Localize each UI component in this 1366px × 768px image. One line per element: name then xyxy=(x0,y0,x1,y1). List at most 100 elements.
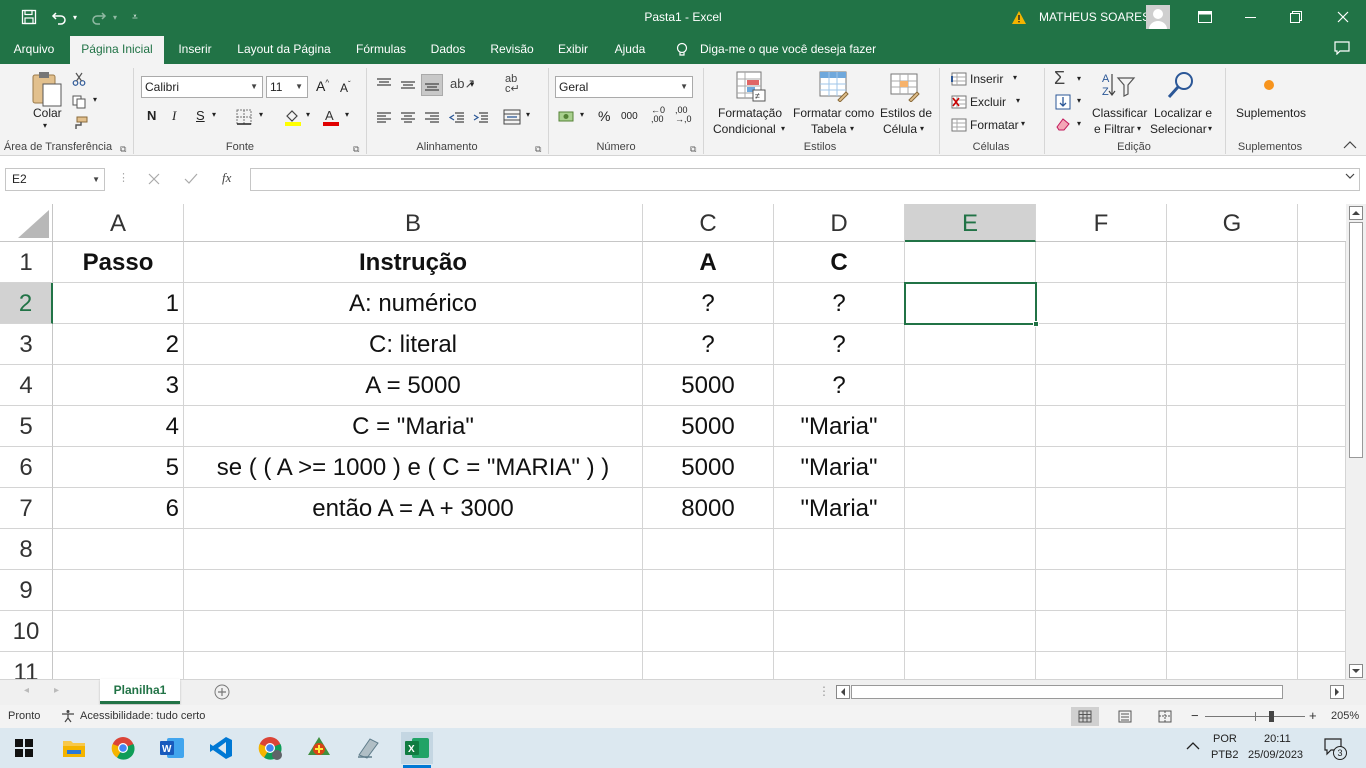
scroll-up-icon[interactable] xyxy=(1349,206,1363,220)
name-box[interactable]: E2 ▼ xyxy=(5,168,105,191)
fill-icon[interactable] xyxy=(1055,94,1071,110)
cell-f1[interactable] xyxy=(1036,242,1167,283)
delete-cells-dropdown-icon[interactable]: ▾ xyxy=(1016,96,1020,105)
copy-icon[interactable] xyxy=(72,95,88,109)
cell-d2[interactable]: ? xyxy=(774,283,905,324)
format-as-table-label-1[interactable]: Formatar como xyxy=(793,106,874,120)
column-header-e[interactable]: E xyxy=(905,204,1036,242)
windows-start-icon[interactable] xyxy=(8,732,40,764)
align-middle-icon[interactable] xyxy=(400,78,416,92)
column-header-d[interactable]: D xyxy=(774,204,905,242)
number-launcher-icon[interactable]: ⧉ xyxy=(690,144,696,155)
column-header-c[interactable]: C xyxy=(643,204,774,242)
notes-app-icon[interactable] xyxy=(352,732,384,764)
cell-f10[interactable] xyxy=(1036,611,1167,652)
redo-dropdown-icon[interactable]: ▾ xyxy=(110,7,120,27)
paste-label[interactable]: Colar xyxy=(33,106,62,120)
cell-h9[interactable] xyxy=(1298,570,1346,611)
sort-filter-dropdown-icon[interactable]: ▾ xyxy=(1137,124,1141,133)
bold-button[interactable]: N xyxy=(147,108,156,123)
chrome-icon[interactable] xyxy=(107,732,139,764)
clock-time[interactable]: 20:11 xyxy=(1264,733,1291,745)
paste-dropdown-icon[interactable]: ▾ xyxy=(43,121,47,130)
cell-e1[interactable] xyxy=(905,242,1036,283)
cell-a8[interactable] xyxy=(53,529,184,570)
font-name-select[interactable]: Calibri ▼ xyxy=(141,76,263,98)
clipboard-launcher-icon[interactable]: ⧉ xyxy=(120,144,126,155)
cell-b10[interactable] xyxy=(184,611,643,652)
ribbon-display-icon[interactable] xyxy=(1195,7,1215,27)
row-header-3[interactable]: 3 xyxy=(0,324,53,365)
cell-a3[interactable]: 2 xyxy=(53,324,184,365)
cell-e7[interactable] xyxy=(905,488,1036,529)
cell-g11[interactable] xyxy=(1167,652,1298,679)
cell-d4[interactable]: ? xyxy=(774,365,905,406)
column-header-b[interactable]: B xyxy=(184,204,643,242)
minimize-icon[interactable] xyxy=(1240,7,1260,27)
cell-g9[interactable] xyxy=(1167,570,1298,611)
vertical-scroll-thumb[interactable] xyxy=(1349,222,1363,458)
clear-icon[interactable] xyxy=(1055,117,1071,131)
format-cells-dropdown-icon[interactable]: ▾ xyxy=(1021,119,1025,128)
show-hidden-icons[interactable] xyxy=(1186,741,1200,751)
vertical-scrollbar[interactable] xyxy=(1346,204,1366,679)
word-icon[interactable]: W xyxy=(156,732,188,764)
excel-taskbar-icon[interactable]: X xyxy=(401,732,433,764)
row-header-11[interactable]: 11 xyxy=(0,652,53,679)
cell-e9[interactable] xyxy=(905,570,1036,611)
delete-cells-icon[interactable] xyxy=(951,95,967,109)
cell-f11[interactable] xyxy=(1036,652,1167,679)
cell-g3[interactable] xyxy=(1167,324,1298,365)
cell-styles-label-1[interactable]: Estilos de xyxy=(880,106,932,120)
cell-c1[interactable]: A xyxy=(643,242,774,283)
cell-e10[interactable] xyxy=(905,611,1036,652)
insert-cells-dropdown-icon[interactable]: ▾ xyxy=(1013,73,1017,82)
accessibility-icon[interactable] xyxy=(61,709,75,723)
select-all-button[interactable] xyxy=(0,204,53,242)
row-header-9[interactable]: 9 xyxy=(0,570,53,611)
cell-c9[interactable] xyxy=(643,570,774,611)
cell-d3[interactable]: ? xyxy=(774,324,905,365)
row-header-1[interactable]: 1 xyxy=(0,242,53,283)
fill-handle[interactable] xyxy=(1033,321,1039,327)
next-sheet-icon[interactable]: ▸ xyxy=(54,685,59,696)
cell-b7[interactable]: então A = A + 3000 xyxy=(184,488,643,529)
format-as-table-label-2[interactable]: Tabela xyxy=(811,122,846,136)
collapse-ribbon-icon[interactable] xyxy=(1343,140,1357,150)
find-select-dropdown-icon[interactable]: ▾ xyxy=(1208,124,1212,133)
sort-filter-icon[interactable]: AZ xyxy=(1100,70,1136,100)
game-app-icon[interactable] xyxy=(303,732,335,764)
cell-c10[interactable] xyxy=(643,611,774,652)
new-sheet-icon[interactable] xyxy=(214,684,230,700)
merge-dropdown-icon[interactable]: ▾ xyxy=(526,110,530,119)
font-color-icon[interactable]: A xyxy=(322,108,340,126)
zoom-slider-thumb[interactable] xyxy=(1269,711,1274,722)
cell-f7[interactable] xyxy=(1036,488,1167,529)
conditional-dropdown-icon[interactable]: ▾ xyxy=(781,124,785,133)
row-header-8[interactable]: 8 xyxy=(0,529,53,570)
column-header-g[interactable]: G xyxy=(1167,204,1298,242)
cell-styles-icon[interactable] xyxy=(889,70,921,102)
restore-icon[interactable] xyxy=(1286,7,1306,27)
avatar[interactable] xyxy=(1146,5,1170,29)
horizontal-scroll-thumb[interactable] xyxy=(851,685,1283,699)
cell-h4[interactable] xyxy=(1298,365,1346,406)
thousands-button[interactable]: 000 xyxy=(621,111,638,122)
align-left-icon[interactable] xyxy=(376,111,392,125)
tell-me-search[interactable]: Diga-me o que você deseja fazer xyxy=(700,42,876,56)
cell-c5[interactable]: 5000 xyxy=(643,406,774,447)
cell-f9[interactable] xyxy=(1036,570,1167,611)
cell-a7[interactable]: 6 xyxy=(53,488,184,529)
cell-c4[interactable]: 5000 xyxy=(643,365,774,406)
scroll-down-icon[interactable] xyxy=(1349,664,1363,678)
cell-c11[interactable] xyxy=(643,652,774,679)
tab-inserir[interactable]: Inserir xyxy=(170,34,220,64)
autosum-icon[interactable]: Σ xyxy=(1054,68,1065,89)
user-name[interactable]: MATHEUS SOARES xyxy=(1039,10,1150,24)
cell-d10[interactable] xyxy=(774,611,905,652)
sheet-tab-planilha1[interactable]: Planilha1 xyxy=(100,679,180,704)
cell-d8[interactable] xyxy=(774,529,905,570)
clock-date[interactable]: 25/09/2023 xyxy=(1248,749,1303,761)
fill-color-dropdown-icon[interactable]: ▾ xyxy=(306,110,310,119)
cell-b9[interactable] xyxy=(184,570,643,611)
